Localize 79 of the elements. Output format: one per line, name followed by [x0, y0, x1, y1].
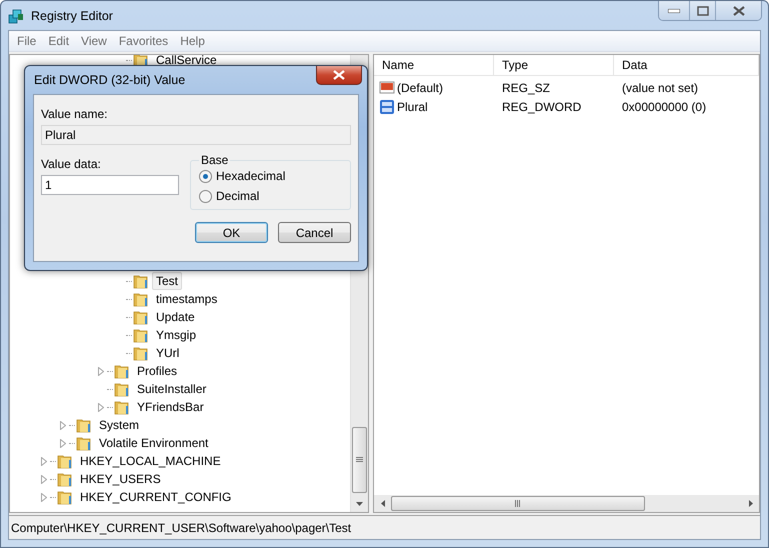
- menu-item[interactable]: Edit: [42, 34, 76, 48]
- close-button[interactable]: [316, 66, 362, 85]
- tree-item[interactable]: HKEY_LOCAL_MACHINE: [76, 452, 225, 470]
- folder-icon: [76, 418, 92, 432]
- tree-item[interactable]: YUrl: [152, 344, 184, 362]
- folder-icon: [57, 472, 73, 486]
- value-type: REG_DWORD: [501, 100, 582, 114]
- horizontal-scrollbar[interactable]: [374, 495, 759, 512]
- value-data: 0x00000000 (0): [621, 100, 708, 114]
- close-icon: [732, 6, 744, 16]
- tree-item[interactable]: Profiles: [133, 362, 182, 380]
- value-type: REG_SZ: [501, 80, 552, 94]
- value-name[interactable]: Plural: [395, 100, 428, 114]
- radio-button[interactable]: [199, 190, 212, 202]
- folder-icon: [114, 364, 130, 378]
- value-name-field: Plural: [41, 125, 351, 145]
- close-button[interactable]: [715, 1, 761, 20]
- dialog-button[interactable]: Cancel: [278, 222, 351, 243]
- menu-item[interactable]: File: [11, 34, 42, 48]
- expand-arrow-icon[interactable]: [41, 474, 47, 484]
- string-value-icon: [379, 80, 395, 96]
- expand-arrow-icon[interactable]: [98, 366, 104, 376]
- column-header[interactable]: Name: [374, 55, 494, 75]
- expand-arrow-icon[interactable]: [98, 402, 104, 412]
- folder-icon: [133, 328, 149, 342]
- expand-arrow-icon[interactable]: [41, 456, 47, 466]
- column-header[interactable]: Data: [614, 55, 759, 75]
- folder-icon: [57, 454, 73, 468]
- scroll-thumb[interactable]: [391, 496, 645, 511]
- tree-item[interactable]: Test: [152, 272, 182, 290]
- tree-item[interactable]: Volatile Environment: [95, 434, 212, 452]
- scroll-right-icon[interactable]: [748, 500, 752, 507]
- dialog-title: Edit DWORD (32-bit) Value: [33, 73, 186, 87]
- minimize-icon: [668, 8, 680, 12]
- folder-icon: [76, 436, 92, 450]
- menu-item[interactable]: Favorites: [112, 34, 174, 48]
- tree-item[interactable]: System: [95, 416, 144, 434]
- maximize-icon: [696, 6, 708, 16]
- folder-icon: [133, 292, 149, 306]
- binary-value-icon: [379, 98, 395, 114]
- window-title: Registry Editor: [31, 8, 114, 22]
- column-header[interactable]: Type: [494, 55, 614, 75]
- menu-item[interactable]: View: [75, 34, 113, 48]
- folder-icon: [133, 274, 149, 288]
- registry-cubes-icon: [7, 6, 25, 24]
- tree-item[interactable]: timestamps: [152, 290, 222, 308]
- folder-icon: [57, 490, 73, 504]
- radio-button[interactable]: [199, 170, 212, 182]
- tree-item[interactable]: HKEY_CURRENT_CONFIG: [76, 488, 236, 506]
- tree-item[interactable]: CallService: [152, 55, 221, 69]
- expand-arrow-icon[interactable]: [41, 492, 47, 502]
- tree-item[interactable]: SuiteInstaller: [133, 380, 210, 398]
- close-icon: [333, 70, 345, 80]
- minimize-button[interactable]: [659, 1, 689, 20]
- maximize-button[interactable]: [689, 1, 715, 20]
- expand-arrow-icon[interactable]: [60, 420, 66, 430]
- folder-icon: [114, 382, 130, 396]
- tree-item[interactable]: YFriendsBar: [133, 398, 208, 416]
- field-label: Value data:: [41, 157, 102, 171]
- value-name[interactable]: (Default): [395, 80, 444, 94]
- dialog-button[interactable]: OK: [195, 222, 268, 243]
- value-data-field[interactable]: 1: [41, 175, 179, 195]
- scroll-down-icon[interactable]: [356, 502, 363, 506]
- tree-item[interactable]: Ymsgip: [152, 326, 200, 344]
- scroll-thumb[interactable]: [352, 427, 367, 493]
- status-path: Computer\HKEY_CURRENT_USER\Software\yahoo\pager\Test: [11, 520, 352, 534]
- group-label: Base: [200, 153, 230, 167]
- radio-label[interactable]: Hexadecimal: [216, 169, 286, 183]
- folder-icon: [133, 310, 149, 324]
- expand-arrow-icon[interactable]: [60, 438, 66, 448]
- value-data: (value not set): [621, 80, 700, 94]
- folder-icon: [133, 346, 149, 360]
- scroll-left-icon[interactable]: [380, 500, 384, 507]
- tree-item[interactable]: HKEY_USERS: [76, 470, 165, 488]
- menu-item[interactable]: Help: [174, 34, 211, 48]
- folder-icon: [114, 400, 130, 414]
- field-label: Value name:: [41, 107, 108, 121]
- radio-label[interactable]: Decimal: [216, 189, 260, 203]
- tree-item[interactable]: Update: [152, 308, 199, 326]
